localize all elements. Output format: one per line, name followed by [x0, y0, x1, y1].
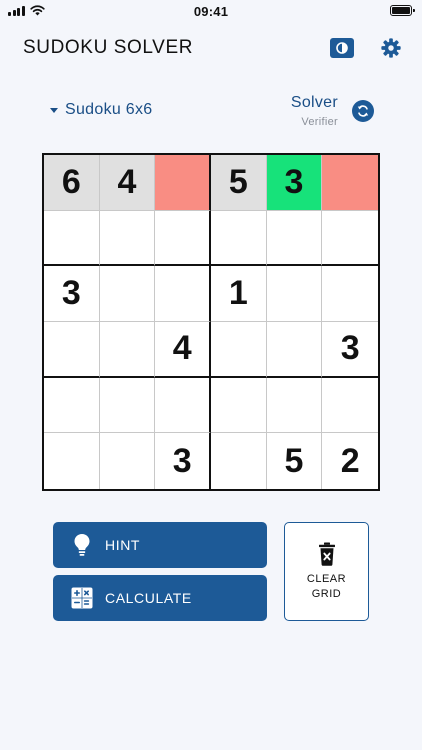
status-time: 09:41 [193, 4, 229, 19]
battery-icon [390, 5, 415, 16]
gear-icon [381, 38, 401, 58]
grid-cell[interactable]: 3 [155, 433, 211, 489]
hint-label: HINT [105, 537, 141, 553]
grid-cell[interactable] [322, 155, 378, 211]
grid-cell[interactable]: 4 [155, 322, 211, 378]
clear-grid-button[interactable]: CLEAR GRID [284, 522, 369, 621]
grid-cell[interactable] [44, 210, 100, 267]
grid-cell[interactable] [44, 377, 100, 434]
grid-cell[interactable] [99, 377, 156, 434]
grid-cell[interactable] [155, 155, 211, 211]
grid-cell[interactable] [211, 377, 267, 434]
calculate-label: CALCULATE [105, 590, 192, 606]
lightbulb-icon [74, 534, 90, 556]
dropdown-arrow-icon [50, 107, 58, 113]
grid-cell[interactable]: 5 [267, 433, 323, 489]
settings-button[interactable] [380, 37, 402, 59]
mode-selected-label[interactable]: Solver [291, 94, 338, 112]
mode-switch-button[interactable] [352, 100, 374, 122]
theme-toggle-button[interactable] [330, 38, 354, 58]
grid-cell[interactable] [155, 266, 211, 322]
clear-label-line1: CLEAR [306, 572, 347, 585]
grid-cell[interactable] [99, 266, 156, 322]
grid-cell[interactable] [266, 266, 323, 322]
clear-label-line2: GRID [311, 587, 342, 600]
sudoku-grid: 64533143352 [42, 153, 380, 491]
trash-icon [318, 542, 335, 566]
grid-cell[interactable] [322, 266, 378, 322]
grid-cell[interactable]: 3 [322, 322, 378, 378]
hint-button[interactable]: HINT [53, 522, 267, 568]
grid-cell[interactable]: 2 [322, 433, 378, 489]
grid-cell[interactable] [100, 433, 156, 489]
grid-cell[interactable] [155, 210, 211, 267]
grid-cell[interactable] [211, 433, 267, 489]
grid-cell[interactable]: 1 [211, 266, 267, 322]
grid-cell[interactable]: 5 [211, 155, 267, 211]
grid-cell[interactable]: 3 [266, 155, 323, 211]
variant-dropdown[interactable]: Sudoku 6x6 [50, 101, 153, 119]
calculate-button[interactable]: CALCULATE [53, 575, 267, 621]
grid-cell[interactable] [155, 377, 211, 434]
grid-cell[interactable] [211, 322, 267, 378]
grid-cell[interactable]: 3 [44, 266, 100, 322]
grid-cell[interactable] [211, 210, 267, 267]
grid-cell[interactable] [99, 322, 156, 378]
grid-cell[interactable] [266, 322, 323, 378]
grid-cell[interactable] [322, 378, 378, 434]
clear-grid-label: CLEAR GRID [307, 572, 346, 602]
calculator-icon [71, 587, 93, 609]
status-bar: 09:41 [0, 0, 422, 22]
grid-cell[interactable] [266, 210, 323, 267]
grid-cell[interactable] [44, 433, 100, 489]
grid-cell[interactable] [266, 377, 323, 434]
grid-cell[interactable]: 4 [99, 155, 156, 211]
grid-cell[interactable] [99, 210, 156, 267]
app-title: SUDOKU SOLVER [23, 37, 194, 58]
grid-cell[interactable]: 6 [44, 155, 100, 211]
variant-label: Sudoku 6x6 [65, 101, 153, 118]
theme-toggle-icon [336, 42, 348, 54]
grid-cell[interactable] [322, 211, 378, 267]
mode-alternate-label[interactable]: Verifier [301, 116, 338, 128]
grid-cell[interactable] [44, 322, 100, 378]
swap-cycle-icon [357, 105, 369, 117]
